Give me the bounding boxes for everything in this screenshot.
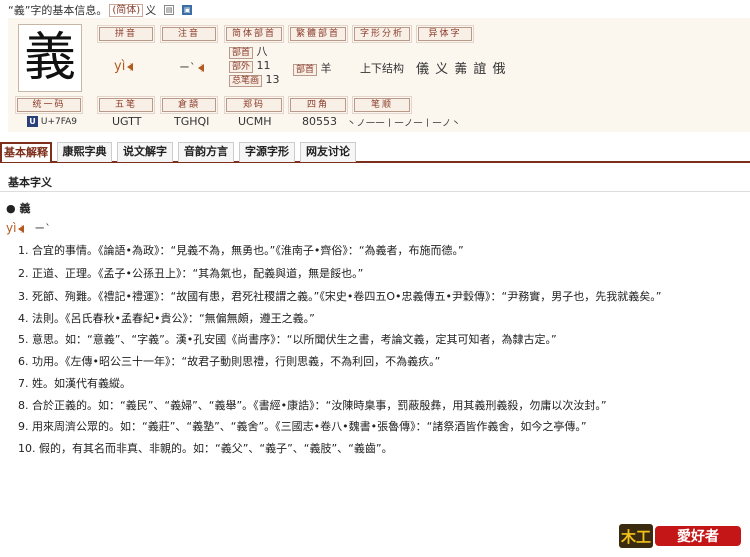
speaker-icon[interactable]: [18, 224, 25, 233]
tab-yinyun[interactable]: 音韵方言: [178, 142, 234, 162]
expand-icon[interactable]: ▣: [182, 5, 193, 15]
wubi-value: UGTT: [112, 115, 142, 128]
sijiao-value: 80553: [302, 115, 337, 128]
definition-item: 9. 用來周濟公眾的。如：“義莊”、“義塾”、“義舍”。《三國志•卷八•魏書•張…: [18, 420, 587, 433]
entry-heading: ● 義: [6, 202, 31, 215]
simp-radical-values: 部首 八 部外 11 总笔画 13: [229, 45, 280, 87]
trad-radical-label: 繁體部首: [288, 25, 348, 43]
header-text: “義”字的基本信息。: [8, 4, 108, 17]
tab-ziyuan[interactable]: 字源字形: [239, 142, 295, 162]
definition-item: 1. 合宜的事情。《論語•為政》：“見義不為，無勇也。”《淮南子•齊俗》：“為義…: [18, 244, 464, 257]
structure-label: 字形分析: [352, 25, 412, 43]
divider: [0, 191, 750, 192]
definition-item: 2. 正道、正理。《孟子•公孫丑上》：“其為氣也，配義與道，無是餒也。”: [18, 267, 364, 280]
zhuyin-value: ㄧˋ: [179, 59, 204, 75]
big-character: 義: [18, 24, 82, 92]
definition-item: 8. 合於正義的。如：“義民”、“義婦”、“義舉”。《書經•康誥》：“汝陳時臬事…: [18, 399, 607, 412]
definition-item: 6. 功用。《左傳•昭公三十一年》：“故君子動則思禮，行則思義，不為利回，不為義…: [18, 355, 441, 368]
wubi-label: 五笔: [97, 96, 155, 114]
svg-text:木工: 木工: [620, 528, 651, 546]
definition-item: 5. 意思。如：“意義”、“字義”。漢•孔安國《尚書序》：“以所聞伏生之書，考論…: [18, 333, 557, 346]
tab-bar: 基本解释 康熙字典 说文解字 音韵方言 字源字形 网友讨论: [0, 141, 750, 163]
zhengma-value: UCMH: [238, 115, 272, 128]
cangjie-value: TGHQI: [174, 115, 210, 128]
tab-basic[interactable]: 基本解释: [0, 142, 52, 162]
bishun-value: 丶ノ一一丨一ノ一丨一ノ丶: [347, 119, 462, 129]
zhuyin-label: 注音: [160, 25, 218, 43]
pinyin-label: 拼音: [97, 25, 155, 43]
unicode-label: 统一码: [15, 96, 83, 114]
unicode-value: U U+7FA9: [27, 116, 77, 127]
variants-value[interactable]: 儀 义 羛 誼 俄: [416, 58, 507, 77]
definition-item: 4. 法則。《呂氏春秋•孟春紀•貴公》：“無偏無頗，遵王之義。”: [18, 312, 315, 325]
definition-item: 3. 死節、殉難。《禮記•禮運》：“故國有患，君死社稷謂之義。”《宋史•卷四五O…: [18, 290, 662, 303]
tab-discussion[interactable]: 网友讨论: [300, 142, 356, 162]
unicode-icon: U: [27, 116, 38, 127]
zhengma-label: 郑码: [224, 96, 284, 114]
definition-item: 10. 假的，有其名而非真、非親的。如：“義父”、“義子”、“義肢”、“義齒”。: [18, 442, 393, 455]
page-header: “義”字的基本信息。 (简体) 义 ▤ ▣: [8, 2, 193, 18]
simp-radical-label: 简体部首: [224, 25, 284, 43]
entry-pronunciation: yì ㄧˋ: [6, 221, 51, 235]
print-icon[interactable]: ▤: [164, 5, 175, 15]
definition-item: 7. 姓。如漢代有義縱。: [18, 377, 131, 390]
speaker-icon[interactable]: [127, 62, 134, 71]
simplified-badge[interactable]: (简体): [109, 3, 144, 17]
cangjie-label: 倉頡: [160, 96, 218, 114]
section-title: 基本字义: [8, 176, 52, 189]
speaker-icon[interactable]: [197, 64, 204, 72]
svg-text:愛好者: 愛好者: [677, 528, 719, 545]
simplified-char[interactable]: 义: [145, 2, 156, 18]
sijiao-label: 四角: [288, 96, 348, 114]
variants-label: 异体字: [416, 25, 474, 43]
tab-shuowen[interactable]: 说文解字: [117, 142, 173, 162]
structure-value: 上下结构: [360, 62, 404, 75]
site-logo: 木工 愛好者: [619, 522, 743, 550]
tab-kangxi[interactable]: 康熙字典: [57, 142, 112, 162]
pinyin-value: yì: [114, 59, 134, 74]
bishun-label: 笔顺: [352, 96, 412, 114]
trad-radical-value: 部首 羊: [293, 60, 332, 76]
